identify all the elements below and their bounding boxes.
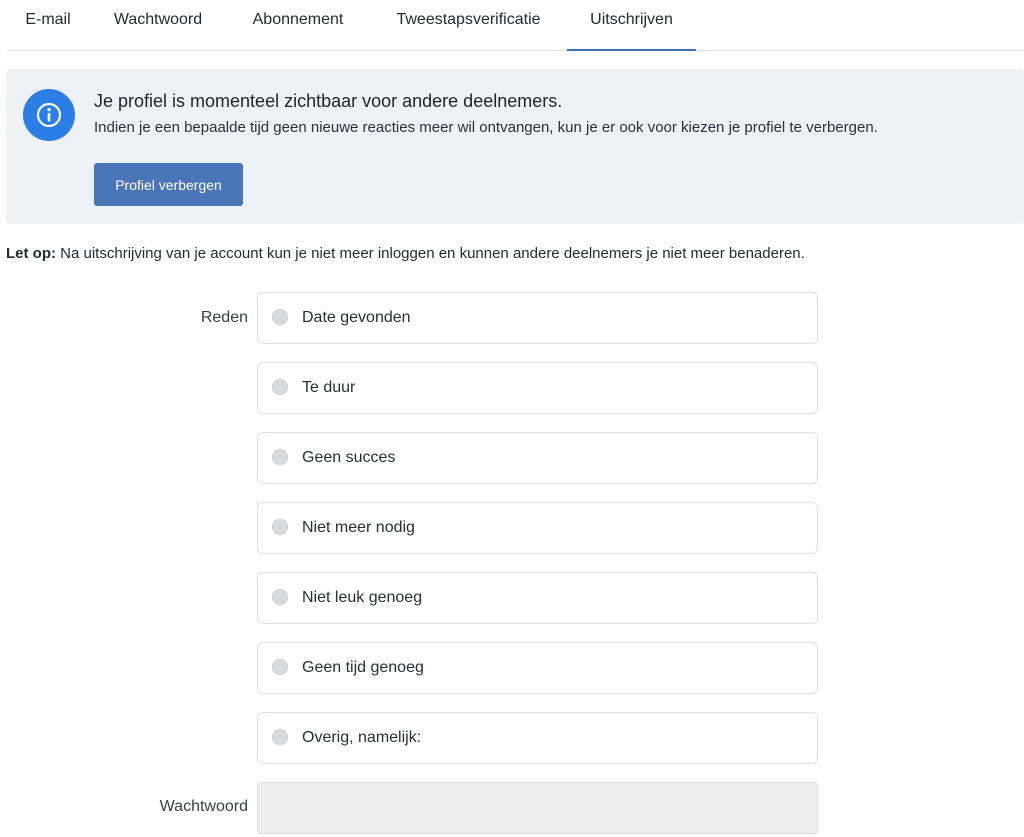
reason-option-no-success[interactable]: Geen succes xyxy=(257,432,818,484)
unsubscribe-warning: Let op: Na uitschrijving van je account … xyxy=(6,245,805,262)
option-label: Te duur xyxy=(302,379,356,396)
radio-button[interactable] xyxy=(272,589,288,605)
radio-button[interactable] xyxy=(272,519,288,535)
option-label: Geen succes xyxy=(302,449,396,466)
radio-button[interactable] xyxy=(272,729,288,745)
profile-visibility-panel: Je profiel is momenteel zichtbaar voor a… xyxy=(6,69,1024,224)
warning-label: Let op: xyxy=(6,245,56,262)
tab-unsubscribe[interactable]: Uitschrijven xyxy=(567,0,696,51)
password-input[interactable] xyxy=(257,782,818,834)
option-label: Date gevonden xyxy=(302,309,411,326)
reason-option-date-found[interactable]: Date gevonden xyxy=(257,292,818,344)
tab-subscription[interactable]: Abonnement xyxy=(226,0,370,51)
info-text: Indien je een bepaalde tijd geen nieuwe … xyxy=(94,119,878,136)
radio-button[interactable] xyxy=(272,659,288,675)
reason-option-too-expensive[interactable]: Te duur xyxy=(257,362,818,414)
reason-option-other[interactable]: Overig, namelijk: xyxy=(257,712,818,764)
option-label: Overig, namelijk: xyxy=(302,729,422,746)
radio-button[interactable] xyxy=(272,309,288,325)
reason-option-no-time[interactable]: Geen tijd genoeg xyxy=(257,642,818,694)
password-label: Wachtwoord xyxy=(159,798,248,815)
info-title: Je profiel is momenteel zichtbaar voor a… xyxy=(94,91,563,111)
tab-email[interactable]: E-mail xyxy=(6,0,90,51)
radio-button[interactable] xyxy=(272,449,288,465)
settings-tabs: E-mail Wachtwoord Abonnement Tweestapsve… xyxy=(6,0,1024,51)
tab-two-factor[interactable]: Tweestapsverificatie xyxy=(370,0,567,51)
hide-profile-button[interactable]: Profiel verbergen xyxy=(94,163,243,206)
warning-text: Na uitschrijving van je account kun je n… xyxy=(56,245,805,262)
reason-option-no-longer-needed[interactable]: Niet meer nodig xyxy=(257,502,818,554)
option-label: Geen tijd genoeg xyxy=(302,659,424,676)
tab-password[interactable]: Wachtwoord xyxy=(90,0,226,51)
reason-label: Reden xyxy=(200,309,248,326)
info-icon xyxy=(23,89,75,141)
option-label: Niet meer nodig xyxy=(302,519,415,536)
reason-option-not-fun-enough[interactable]: Niet leuk genoeg xyxy=(257,572,818,624)
radio-button[interactable] xyxy=(272,379,288,395)
option-label: Niet leuk genoeg xyxy=(302,589,423,606)
